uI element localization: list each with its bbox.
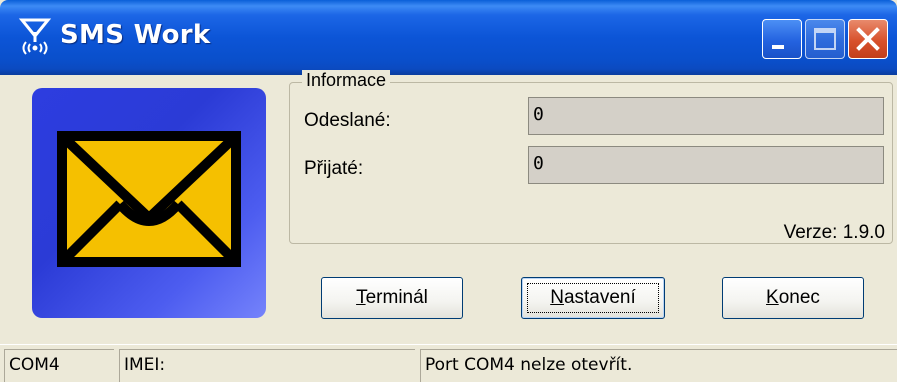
minimize-icon xyxy=(772,45,784,49)
exit-button-label: onec xyxy=(778,287,820,308)
app-logo xyxy=(32,88,266,318)
terminal-button-accesskey: T xyxy=(356,287,366,308)
close-icon xyxy=(856,27,880,51)
exit-button[interactable]: Konec xyxy=(722,277,864,319)
window-title: SMS Work xyxy=(60,20,211,50)
status-imei: IMEI: xyxy=(119,349,415,382)
received-count-field: 0 xyxy=(528,146,884,184)
status-message: Port COM4 nelze otevřít. xyxy=(420,349,897,382)
envelope-icon xyxy=(57,131,241,267)
terminal-button[interactable]: Terminál xyxy=(321,277,463,319)
version-label: Verze: 1.9.0 xyxy=(783,222,885,243)
title-bar[interactable]: SMS Work xyxy=(0,0,897,75)
antenna-icon xyxy=(18,18,52,55)
focus-ring xyxy=(527,283,659,313)
sent-count-field: 0 xyxy=(528,97,884,135)
close-button[interactable] xyxy=(848,19,888,59)
received-label: Přijaté: xyxy=(304,158,364,179)
status-bar: COM4 IMEI: Port COM4 nelze otevřít. xyxy=(0,344,897,382)
maximize-icon xyxy=(814,28,836,50)
status-port: COM4 xyxy=(4,349,114,382)
sent-label: Odeslané: xyxy=(304,110,391,131)
settings-button[interactable]: Nastavení xyxy=(521,277,665,319)
terminal-button-label: erminál xyxy=(365,287,428,308)
minimize-button[interactable] xyxy=(762,19,802,59)
exit-button-accesskey: K xyxy=(766,287,779,308)
app-window: SMS Work Informace Odeslané: 0 Přijaté: … xyxy=(0,0,897,382)
maximize-button[interactable] xyxy=(805,19,845,59)
info-group-title: Informace xyxy=(302,70,391,91)
